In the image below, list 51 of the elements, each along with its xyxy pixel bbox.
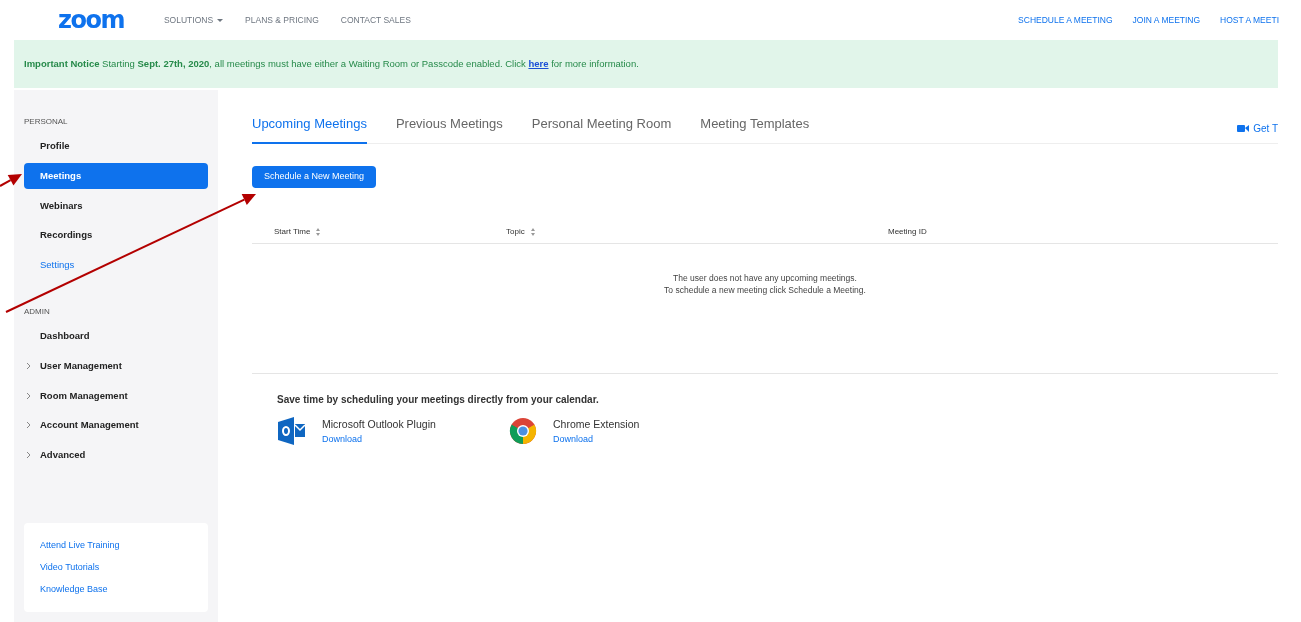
download-link[interactable]: Download	[322, 432, 436, 446]
sidebar-item[interactable]: Webinars	[24, 192, 208, 219]
sidebar-item[interactable]: Settings	[24, 251, 208, 278]
plugin-name: Chrome Extension	[553, 416, 640, 432]
header-link[interactable]: JOIN A MEETING	[1132, 13, 1201, 27]
notice-text: Important Notice Starting Sept. 27th, 2020, all meetings must have either a Waiting Room or Passcode enabled. Click here for more information.	[24, 56, 639, 71]
download-link[interactable]: Download	[553, 432, 640, 446]
tab[interactable]: Personal Meeting Room	[531, 114, 672, 144]
sidebar-item[interactable]: Meetings	[24, 163, 208, 190]
chevron-icon	[26, 362, 31, 371]
sidebar-item[interactable]: Dashboard	[24, 323, 208, 350]
nav-link[interactable]: SOLUTIONS	[163, 13, 224, 27]
empty-message: The user does not have any upcoming meetings.	[673, 271, 857, 284]
outlook-icon	[277, 417, 306, 446]
annotation-arrow	[0, 174, 22, 187]
get-link[interactable]: Get T	[1237, 113, 1278, 143]
tab[interactable]: Meeting Templates	[700, 114, 810, 144]
video-camera-icon	[1237, 123, 1250, 133]
here-link[interactable]: here	[528, 57, 549, 69]
header-link[interactable]: HOST A MEETI	[1220, 13, 1279, 27]
column-header[interactable]: Topic	[506, 225, 535, 238]
nav-link[interactable]: PLANS & PRICING	[245, 13, 319, 27]
calendar-heading: Save time by scheduling your meetings directly from your calendar.	[277, 392, 600, 407]
nav-link[interactable]: CONTACT SALES	[340, 13, 411, 27]
sidebar-item[interactable]: Room Management	[24, 382, 208, 409]
schedule-meeting-button[interactable]: Schedule a New Meeting	[252, 165, 377, 188]
sidebar-item[interactable]: Profile	[24, 133, 208, 160]
plugin-name: Microsoft Outlook Plugin	[322, 416, 436, 432]
section-heading: PERSONAL	[24, 116, 69, 128]
chevron-icon	[26, 421, 31, 430]
sidebar-item[interactable]: Recordings	[24, 222, 208, 249]
column-header[interactable]: Start Time	[274, 225, 321, 238]
tab[interactable]: Upcoming Meetings	[252, 114, 367, 144]
tab[interactable]: Previous Meetings	[395, 114, 503, 144]
caret-icon	[217, 18, 224, 22]
sidebar-item[interactable]: Account Management	[24, 412, 208, 439]
sidebar-item[interactable]: Advanced	[24, 441, 208, 468]
help-link[interactable]: Knowledge Base	[40, 585, 192, 594]
sidebar-item[interactable]: User Management	[24, 353, 208, 380]
chevron-icon	[26, 391, 31, 400]
sort-icon[interactable]	[316, 227, 321, 236]
help-link[interactable]: Attend Live Training	[40, 541, 192, 550]
help-link[interactable]: Video Tutorials	[40, 563, 192, 572]
column-header: Meeting ID	[888, 225, 927, 238]
header-link[interactable]: SCHEDULE A MEETING	[1018, 13, 1113, 27]
chevron-icon	[26, 450, 31, 459]
section-heading: ADMIN	[24, 305, 51, 318]
chrome-icon	[509, 417, 537, 446]
zoom-logo[interactable]: zoom	[58, 8, 124, 32]
empty-message: To schedule a new meeting click Schedule a Meeting.	[664, 283, 866, 296]
sort-icon[interactable]	[530, 227, 535, 236]
